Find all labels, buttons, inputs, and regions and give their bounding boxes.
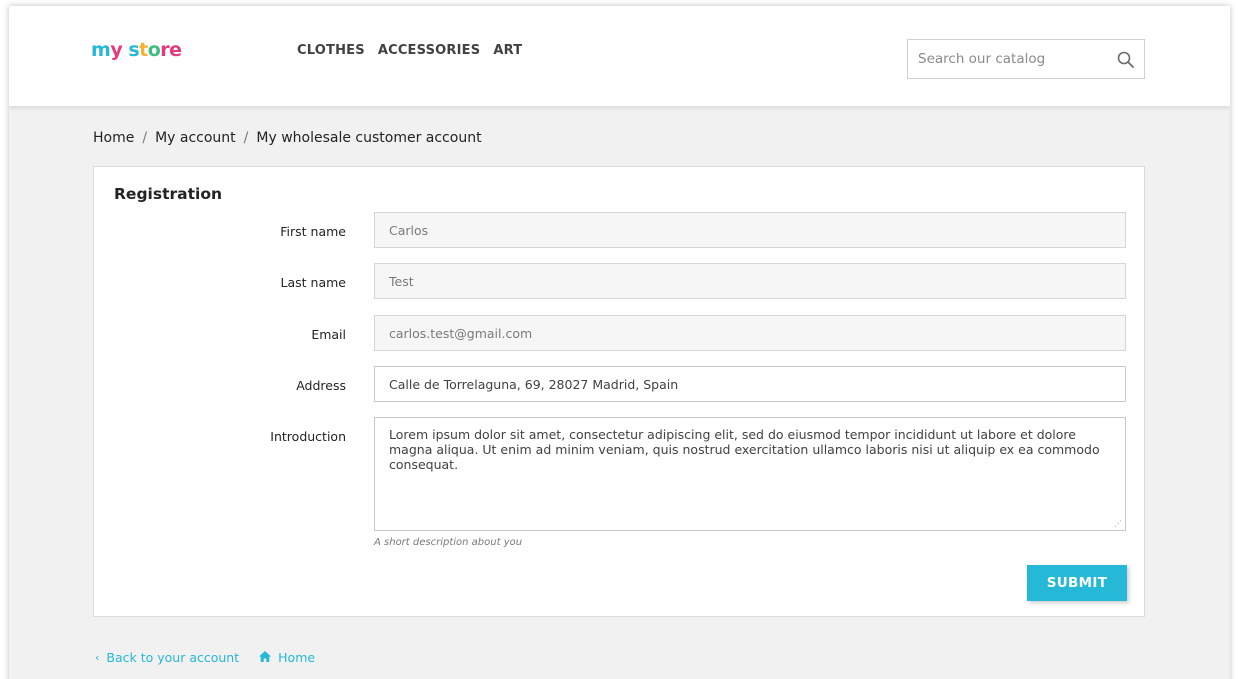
submit-button[interactable]: SUBMIT [1027,565,1127,601]
registration-card: Registration First name Last name Email … [93,166,1145,617]
main-nav: CLOTHES ACCESSORIES ART [297,43,522,58]
address-field[interactable] [374,366,1126,402]
breadcrumb-home[interactable]: Home [93,130,134,146]
first-name-field[interactable] [374,212,1126,248]
nav-item-art[interactable]: ART [493,43,522,58]
nav-item-accessories[interactable]: ACCESSORIES [378,43,481,58]
resize-handle-icon[interactable]: ⋰ [1114,519,1123,528]
search-input[interactable] [918,48,1098,70]
store-logo[interactable]: my store [91,38,182,62]
email-field[interactable] [374,315,1126,351]
home-label: Home [278,650,316,665]
breadcrumb: Home / My account / My wholesale custome… [93,130,482,146]
search-icon[interactable] [1116,50,1136,70]
home-icon [259,650,272,665]
site-header: my store CLOTHES ACCESSORIES ART [9,6,1230,106]
address-label: Address [296,378,346,393]
back-to-account-label: Back to your account [106,650,240,665]
home-link[interactable]: Home [259,650,315,665]
footer-links: ‹ Back to your account Home [95,650,315,665]
browser-page: my store CLOTHES ACCESSORIES ART Home / … [9,6,1230,679]
introduction-label: Introduction [270,429,346,444]
last-name-field[interactable] [374,263,1126,299]
first-name-label: First name [280,224,346,239]
chevron-left-icon: ‹ [95,651,100,664]
breadcrumb-separator: / [243,130,249,146]
email-label: Email [311,327,346,342]
breadcrumb-wholesale-account[interactable]: My wholesale customer account [256,130,481,146]
introduction-textarea[interactable]: Lorem ipsum dolor sit amet, consectetur … [374,417,1126,531]
last-name-label: Last name [280,275,346,290]
breadcrumb-separator: / [142,130,148,146]
nav-item-clothes[interactable]: CLOTHES [297,43,365,58]
search-box [907,39,1145,79]
form-title: Registration [114,185,223,203]
breadcrumb-my-account[interactable]: My account [155,130,236,146]
introduction-hint: A short description about you [374,537,523,548]
back-to-account-link[interactable]: ‹ Back to your account [95,650,239,665]
